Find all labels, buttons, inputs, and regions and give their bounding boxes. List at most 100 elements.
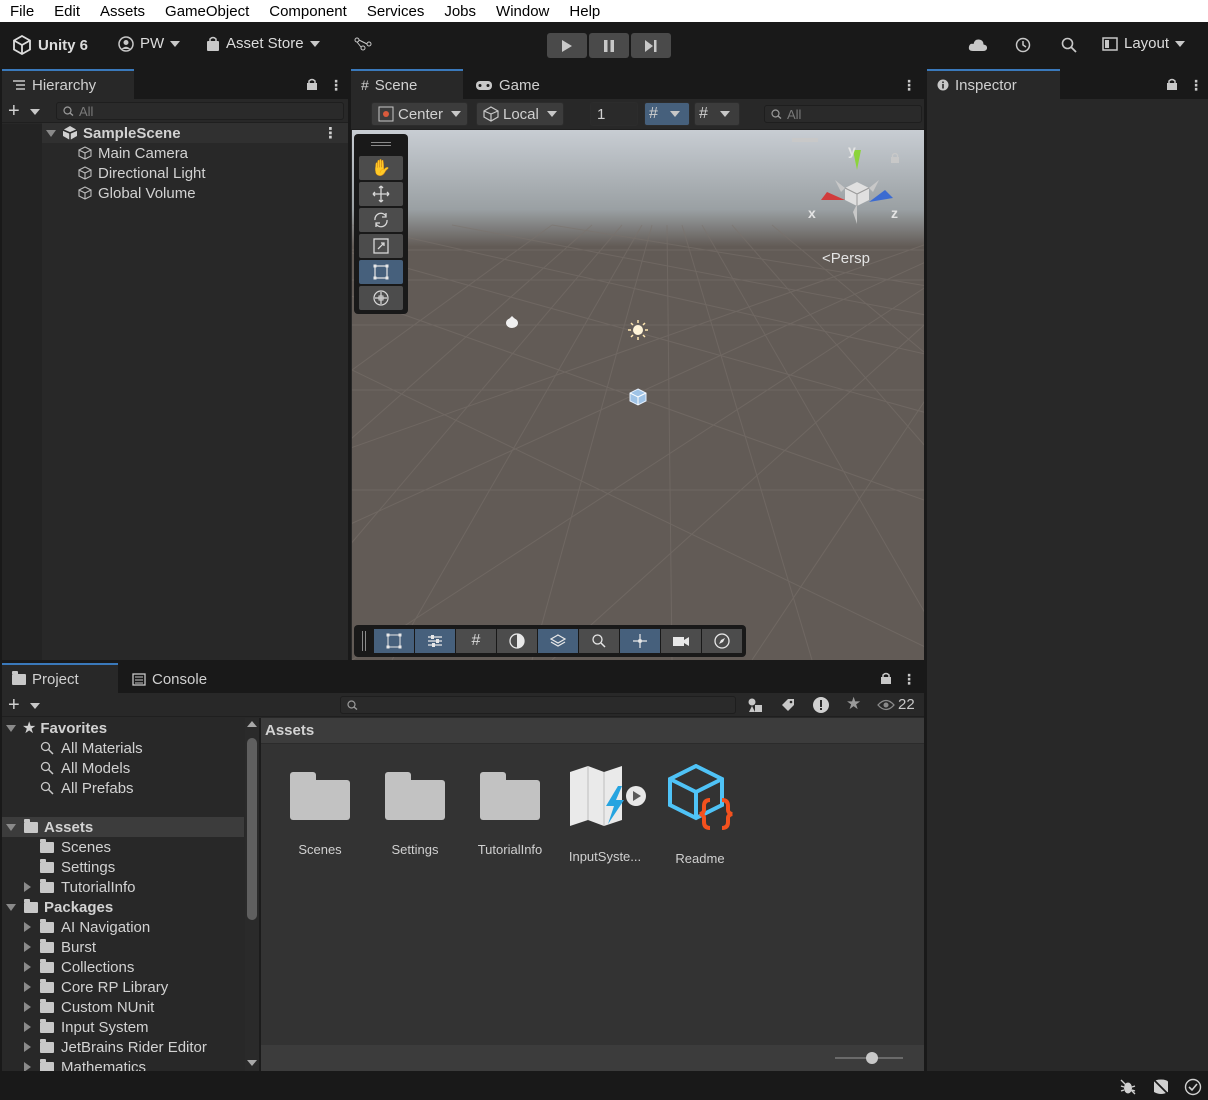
menu-edit[interactable]: Edit xyxy=(44,3,90,20)
expand-icon[interactable] xyxy=(24,1022,31,1032)
layout-dropdown[interactable]: Layout xyxy=(1102,35,1186,52)
tab-project[interactable]: Project xyxy=(2,663,118,693)
panel-menu-icon[interactable]: ⋮ xyxy=(902,671,916,688)
filter-by-type-icon[interactable] xyxy=(747,697,763,713)
expand-icon[interactable] xyxy=(24,962,31,972)
hierarchy-item-directional-light[interactable]: Directional Light xyxy=(78,163,206,183)
scale-tool-button[interactable] xyxy=(359,234,403,258)
packages-folder-row[interactable]: Packages xyxy=(6,897,113,917)
favorites-header[interactable]: ★ Favorites xyxy=(6,718,107,738)
collapse-icon[interactable] xyxy=(6,903,16,911)
rotate-tool-button[interactable] xyxy=(359,208,403,232)
asset-item-scenes[interactable]: Scenes xyxy=(275,764,365,857)
expand-icon[interactable] xyxy=(46,129,56,137)
chevron-down-icon[interactable] xyxy=(30,109,40,115)
scene-search-input[interactable]: All xyxy=(764,105,922,123)
panel-menu-icon[interactable]: ⋮ xyxy=(902,77,916,94)
package-item[interactable]: Input System xyxy=(24,1017,149,1037)
zoom-slider-thumb[interactable] xyxy=(866,1052,879,1064)
version-control-button[interactable] xyxy=(354,37,372,51)
lock-icon[interactable] xyxy=(880,671,892,687)
warning-filter-icon[interactable] xyxy=(812,696,830,714)
history-button[interactable] xyxy=(1015,37,1031,53)
collapse-icon[interactable] xyxy=(6,724,16,732)
drag-handle-icon[interactable] xyxy=(371,142,391,146)
camera-gizmo-icon[interactable] xyxy=(503,314,521,330)
package-item[interactable]: JetBrains Rider Editor xyxy=(24,1037,207,1057)
step-button[interactable] xyxy=(631,33,671,58)
tab-hierarchy[interactable]: Hierarchy xyxy=(2,69,134,99)
unity-version-button[interactable]: Unity 6 xyxy=(12,35,88,55)
package-item[interactable]: Mathematics xyxy=(24,1057,146,1071)
expand-icon[interactable] xyxy=(24,942,31,952)
add-icon[interactable]: + xyxy=(8,100,20,123)
chevron-down-icon[interactable] xyxy=(30,703,40,709)
asset-item-settings[interactable]: Settings xyxy=(370,764,460,857)
menu-window[interactable]: Window xyxy=(486,3,559,20)
scene-menu-icon[interactable]: ⋮ xyxy=(323,124,338,142)
package-item[interactable]: AI Navigation xyxy=(24,917,150,937)
expand-icon[interactable] xyxy=(24,982,31,992)
progress-check-icon[interactable] xyxy=(1184,1078,1202,1096)
debug-icon[interactable] xyxy=(1119,1078,1137,1096)
folder-item-settings[interactable]: Settings xyxy=(40,857,115,877)
project-search-input[interactable] xyxy=(340,696,736,714)
breadcrumb-assets[interactable]: Assets xyxy=(265,722,314,739)
cloud-button[interactable] xyxy=(968,38,988,52)
hand-tool-button[interactable]: ✋ xyxy=(359,156,403,180)
asset-item-readme[interactable]: Readme xyxy=(655,764,745,866)
tab-inspector[interactable]: Inspector xyxy=(927,69,1060,99)
collapse-icon[interactable] xyxy=(6,823,16,831)
expand-icon[interactable] xyxy=(24,922,31,932)
rect-tool-button[interactable] xyxy=(359,260,403,284)
draw-mode-toggle[interactable] xyxy=(497,629,537,653)
search-button[interactable] xyxy=(1061,37,1077,53)
scroll-down-icon[interactable] xyxy=(247,1060,257,1066)
account-dropdown[interactable]: PW xyxy=(118,35,181,52)
scene-row[interactable]: SampleScene ⋮ xyxy=(42,123,348,143)
rect-handles-toggle[interactable] xyxy=(374,629,414,653)
asset-item-inputsystem[interactable]: InputSyste... xyxy=(560,764,650,864)
menu-services[interactable]: Services xyxy=(357,3,435,20)
add-icon[interactable]: + xyxy=(8,694,20,717)
asset-store-dropdown[interactable]: Asset Store xyxy=(206,35,320,52)
pivot-rotation-dropdown[interactable]: Local xyxy=(476,102,564,126)
lock-icon[interactable] xyxy=(1166,77,1178,93)
favorite-star-icon[interactable]: ★ xyxy=(846,694,861,714)
scene-search-toggle[interactable] xyxy=(579,629,619,653)
menu-jobs[interactable]: Jobs xyxy=(434,3,486,20)
favorite-item-materials[interactable]: All Materials xyxy=(40,738,143,758)
camera-settings-toggle[interactable] xyxy=(661,629,701,653)
gizmo-lock-icon[interactable] xyxy=(890,152,900,164)
pivot-mode-dropdown[interactable]: Center xyxy=(371,102,469,126)
tab-console[interactable]: Console xyxy=(122,663,232,693)
panel-menu-icon[interactable]: ⋮ xyxy=(329,77,343,94)
favorite-item-models[interactable]: All Models xyxy=(40,758,130,778)
package-item[interactable]: Custom NUnit xyxy=(24,997,154,1017)
expand-icon[interactable] xyxy=(24,1002,31,1012)
light-gizmo-icon[interactable] xyxy=(627,319,649,341)
tool-settings-toggle[interactable] xyxy=(415,629,455,653)
hierarchy-item-global-volume[interactable]: Global Volume xyxy=(78,183,196,203)
drag-handle-icon[interactable] xyxy=(362,631,366,651)
package-item[interactable]: Burst xyxy=(24,937,96,957)
expand-icon[interactable] xyxy=(24,1042,31,1052)
projection-toggle[interactable]: <Persp xyxy=(822,250,870,267)
assets-folder-row[interactable]: Assets xyxy=(2,817,244,837)
favorite-item-prefabs[interactable]: All Prefabs xyxy=(40,778,134,798)
tab-game[interactable]: Game xyxy=(465,69,565,99)
hierarchy-search-input[interactable]: All xyxy=(56,102,344,120)
pause-button[interactable] xyxy=(589,33,629,58)
increment-snap-toggle[interactable]: # xyxy=(694,102,740,126)
tree-scrollbar[interactable] xyxy=(245,718,259,1071)
hierarchy-item-main-camera[interactable]: Main Camera xyxy=(78,143,188,163)
transform-tool-button[interactable] xyxy=(359,286,403,310)
menu-gameobject[interactable]: GameObject xyxy=(155,3,259,20)
menu-help[interactable]: Help xyxy=(559,3,610,20)
folder-item-tutorialinfo[interactable]: TutorialInfo xyxy=(24,877,135,897)
scroll-up-icon[interactable] xyxy=(247,721,257,727)
gizmos-toggle[interactable] xyxy=(620,629,660,653)
grid-size-input[interactable]: 1 xyxy=(590,102,638,126)
orientation-toggle[interactable] xyxy=(702,629,742,653)
folder-item-scenes[interactable]: Scenes xyxy=(40,837,111,857)
